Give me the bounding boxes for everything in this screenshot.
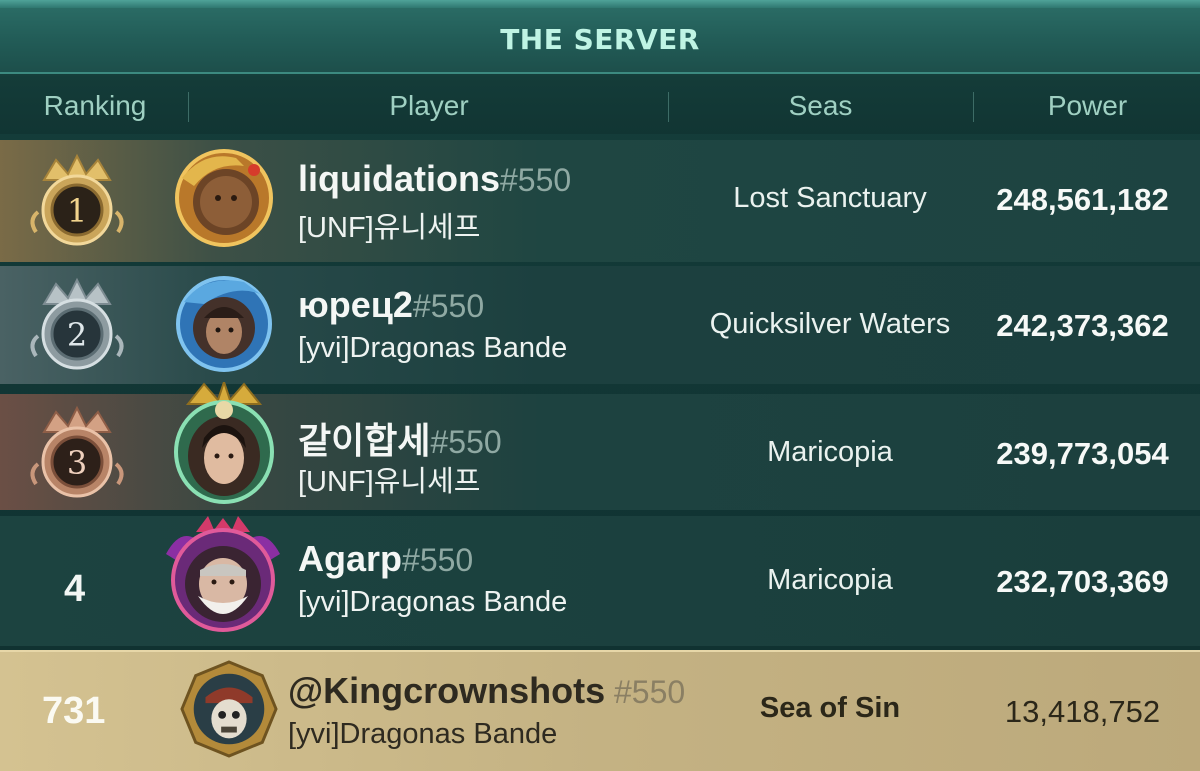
player-name[interactable]: 같이합세#550 <box>298 412 502 464</box>
player-name-text: liquidations <box>298 158 500 199</box>
player-tag: #550 <box>402 542 474 578</box>
player-power: 232,703,369 <box>996 564 1169 599</box>
column-divider <box>188 92 189 122</box>
player-power: 248,561,182 <box>996 182 1169 217</box>
gold-crown-rank-badge-icon: 1 <box>30 153 124 246</box>
column-header-row: Ranking Player Seas Power <box>0 76 1200 134</box>
player-guild: [UNF]유니세프 <box>298 466 481 498</box>
player-name-text: Agarp <box>298 538 403 579</box>
player-power: 242,373,362 <box>996 308 1169 343</box>
player-seas: Maricopia <box>767 564 893 596</box>
column-header-power: Power <box>1047 90 1128 121</box>
column-header-player: Player <box>389 90 469 121</box>
player-tag: #550 <box>430 424 502 460</box>
leaderboard-panel: THE SERVER Ranking Player Seas Power 1 l… <box>0 0 1200 771</box>
player-guild: [UNF]유니세프 <box>298 212 481 244</box>
table-row[interactable]: 3 같이합세#550 [UNF]유니세프 Maricopia 239,773,0… <box>0 382 1200 510</box>
player-name-text: 같이합세 <box>298 420 431 461</box>
rank-number: 3 <box>67 444 87 482</box>
player-guild: [yvi]Dragonas Bande <box>298 332 568 364</box>
player-name-text: юрец2 <box>298 284 413 325</box>
player-avatar[interactable] <box>174 274 274 374</box>
player-seas: Quicksilver Waters <box>709 308 951 340</box>
player-avatar[interactable] <box>162 514 284 638</box>
player-name-text: @Kingcrownshots <box>288 670 606 711</box>
player-tag: #550 <box>605 674 686 710</box>
player-power: 239,773,054 <box>996 436 1169 471</box>
title-bar: THE SERVER <box>0 0 1200 74</box>
player-avatar[interactable] <box>180 660 278 758</box>
player-avatar[interactable] <box>174 148 274 248</box>
rank-number: 731 <box>42 690 106 732</box>
rank-number: 2 <box>67 316 87 354</box>
page-title: THE SERVER <box>500 22 700 56</box>
player-name[interactable]: liquidations#550 <box>298 158 571 200</box>
player-guild: [yvi]Dragonas Bande <box>288 718 558 750</box>
player-avatar[interactable] <box>168 382 280 506</box>
column-header-ranking: Ranking <box>43 90 147 121</box>
player-tag: #550 <box>412 288 485 324</box>
player-name[interactable]: @Kingcrownshots #550 <box>288 670 685 712</box>
table-row[interactable]: 2 юрец2#550 [yvi]Dragonas Bande Quicksil… <box>0 266 1200 384</box>
player-tag: #550 <box>500 162 572 198</box>
rank-number: 4 <box>64 568 86 610</box>
rank-number: 1 <box>67 192 87 230</box>
table-row[interactable]: 1 liquidations#550 [UNF]유니세프 Lost Sanctu… <box>0 140 1200 262</box>
column-header-seas: Seas <box>788 90 853 121</box>
player-guild: [yvi]Dragonas Bande <box>298 586 568 618</box>
column-divider <box>973 92 974 122</box>
self-rank-row[interactable]: 731 @Kingcrownshots #550 [yvi]Dragonas B… <box>0 650 1200 771</box>
player-seas: Lost Sanctuary <box>733 182 927 214</box>
player-seas: Maricopia <box>767 436 893 468</box>
player-name[interactable]: юрец2#550 <box>298 284 484 326</box>
table-row[interactable]: 4 Agarp#550 [yvi]Dragonas Bande Maricopi… <box>0 516 1200 646</box>
player-name[interactable]: Agarp#550 <box>298 538 473 580</box>
player-seas: Sea of Sin <box>759 692 901 724</box>
player-power: 13,418,752 <box>1004 694 1161 729</box>
silver-crown-rank-badge-icon: 2 <box>30 277 124 370</box>
bronze-crown-rank-badge-icon: 3 <box>30 405 124 498</box>
